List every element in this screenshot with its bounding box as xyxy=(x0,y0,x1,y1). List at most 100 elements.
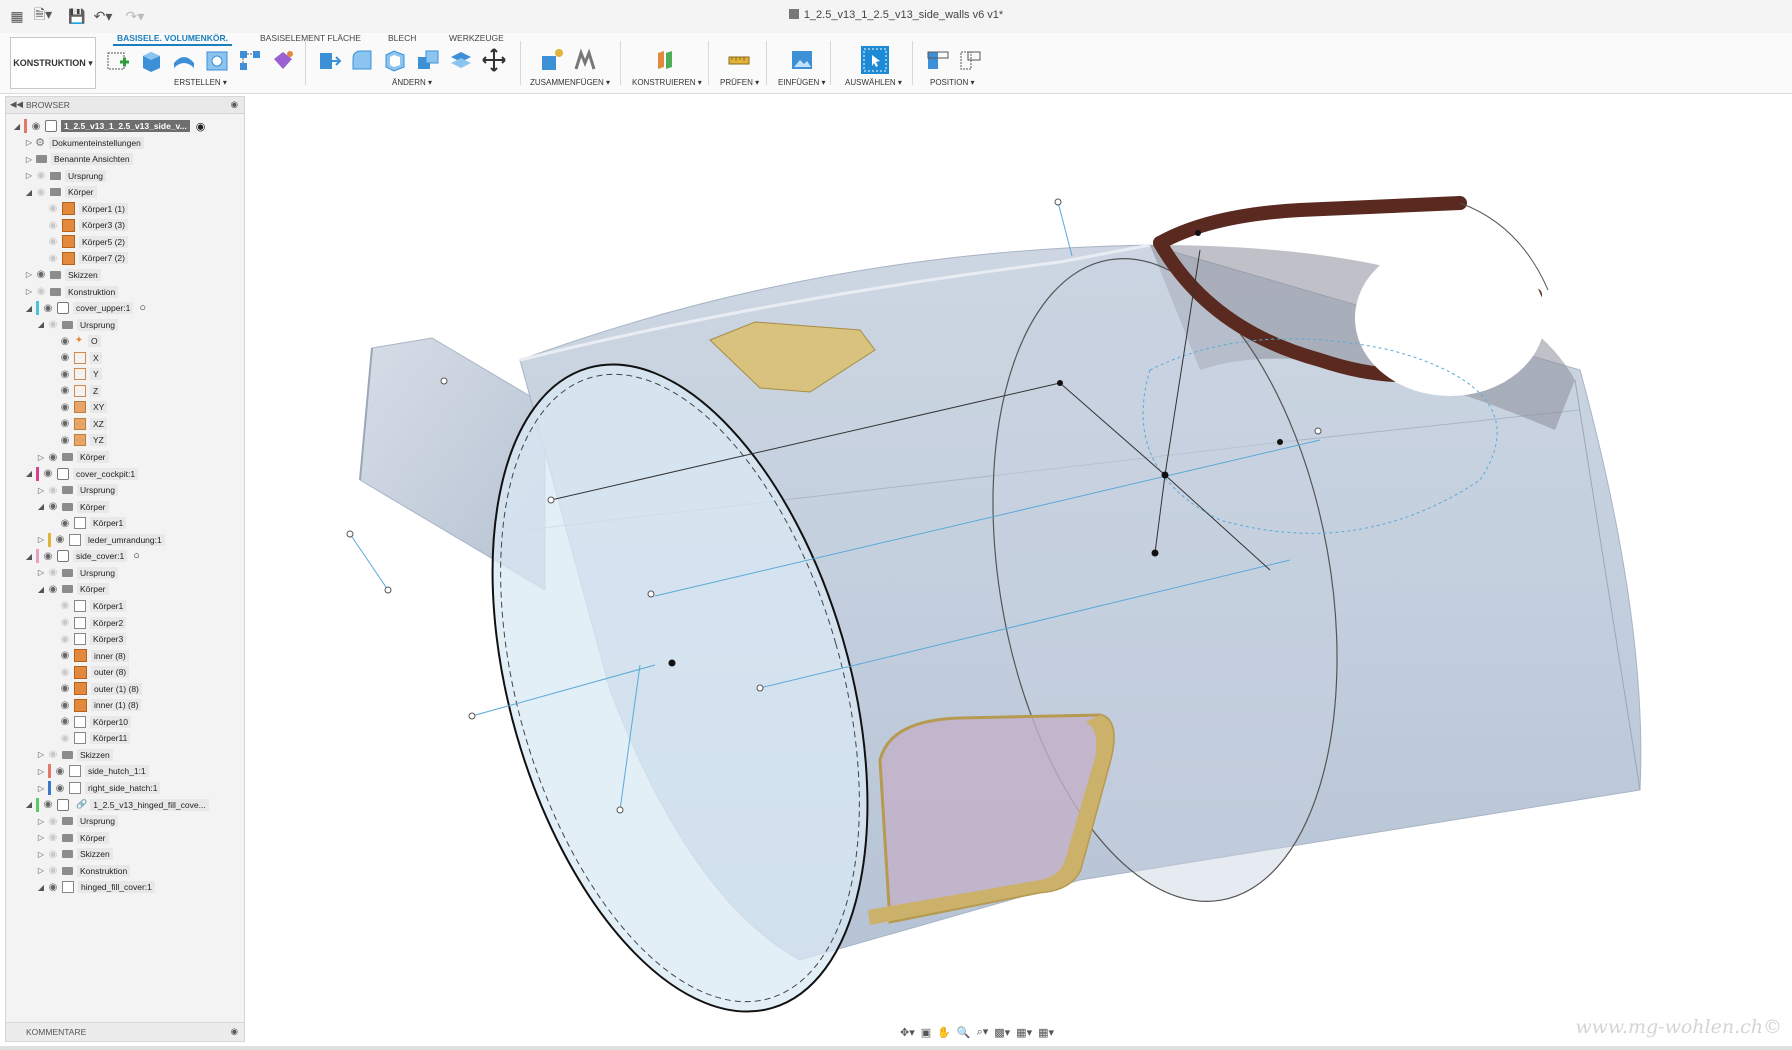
visibility-eye-icon[interactable]: ◉ xyxy=(46,452,60,463)
visibility-eye-icon[interactable]: ◉ xyxy=(29,121,43,132)
browser-tree-item[interactable]: ◢ ◉ Körper xyxy=(36,580,109,598)
browser-tree-item[interactable]: ◉ Körper5 (2) xyxy=(36,233,128,251)
browser-tree-item[interactable]: ◉ XZ xyxy=(48,415,107,433)
workspace-switcher[interactable]: KONSTRUKTION ▾ xyxy=(10,37,96,89)
collapse-panel-icon[interactable]: ◀◀ xyxy=(10,99,23,110)
browser-tree-item[interactable]: ◢ ◉ Ursprung xyxy=(36,316,118,334)
visibility-eye-icon[interactable]: ◉ xyxy=(46,567,60,578)
visibility-eye-icon[interactable]: ◉ xyxy=(46,816,60,827)
expanded-triangle-icon[interactable]: ◢ xyxy=(12,122,22,131)
visibility-eye-icon[interactable]: ◉ xyxy=(53,766,67,777)
visibility-eye-icon[interactable]: ◉ xyxy=(46,253,60,264)
group-construct[interactable]: KONSTRUIEREN ▾ xyxy=(632,78,702,87)
visibility-eye-icon[interactable]: ◉ xyxy=(34,286,48,297)
viewports-icon[interactable]: ▦▾ xyxy=(1038,1026,1054,1039)
browser-tree-item[interactable]: ▷ ◉ Skizzen xyxy=(24,266,101,284)
collapsed-triangle-icon[interactable]: ▷ xyxy=(24,287,34,296)
collapsed-triangle-icon[interactable]: ▷ xyxy=(24,138,34,147)
browser-tree-item[interactable]: ▷ ◉ Konstruktion xyxy=(36,862,131,880)
browser-tree-item[interactable]: ▷ ◉ Ursprung xyxy=(36,812,118,830)
orbit-icon[interactable]: ✥▾ xyxy=(900,1026,915,1039)
browser-tree-item[interactable]: ◢ ◉ Körper xyxy=(24,183,97,201)
visibility-eye-icon[interactable]: ◉ xyxy=(41,799,55,810)
offset-face-icon[interactable] xyxy=(447,46,475,74)
browser-tree-item[interactable]: ◉ Körper1 xyxy=(48,514,127,532)
activate-component-radio[interactable]: ○ xyxy=(133,550,140,562)
revert-position-icon[interactable] xyxy=(957,46,985,74)
group-insert[interactable]: EINFÜGEN ▾ xyxy=(778,78,826,87)
visibility-eye-icon[interactable]: ◉ xyxy=(46,203,60,214)
expanded-triangle-icon[interactable]: ◢ xyxy=(36,883,46,892)
new-component-icon[interactable] xyxy=(538,46,566,74)
browser-tree-item[interactable]: ▷ ◉ Skizzen xyxy=(36,746,113,764)
browser-tree-item[interactable]: ▷ ◉ Körper xyxy=(36,829,109,847)
browser-tree-item[interactable]: ◢ ◉ 🔗 1_2.5_v13_hinged_fill_cove... xyxy=(24,796,209,814)
visibility-eye-icon[interactable]: ◉ xyxy=(58,518,72,529)
visibility-eye-icon[interactable]: ◉ xyxy=(58,385,72,396)
select-icon[interactable] xyxy=(861,46,889,74)
collapsed-triangle-icon[interactable]: ▷ xyxy=(36,833,46,842)
tab-surface[interactable]: BASISELEMENT FLÄCHE xyxy=(260,33,361,43)
collapsed-triangle-icon[interactable]: ▷ xyxy=(36,486,46,495)
browser-tree-item[interactable]: ◉ inner (8) xyxy=(48,647,129,665)
visibility-eye-icon[interactable]: ◉ xyxy=(41,551,55,562)
collapsed-triangle-icon[interactable]: ▷ xyxy=(24,171,34,180)
visibility-eye-icon[interactable]: ◉ xyxy=(58,600,72,611)
browser-tree-item[interactable]: ◉ Körper11 xyxy=(48,729,131,747)
browser-tree-item[interactable]: ◢ ◉ side_cover:1 ○ xyxy=(24,547,140,565)
collapsed-triangle-icon[interactable]: ▷ xyxy=(36,453,46,462)
browser-tree-item[interactable]: ◉ Z xyxy=(48,382,102,400)
browser-tree-item[interactable]: ◉ X xyxy=(48,349,102,367)
group-modify[interactable]: ÄNDERN ▾ xyxy=(392,78,432,87)
visibility-eye-icon[interactable]: ◉ xyxy=(41,468,55,479)
browser-tree-item[interactable]: ◉ outer (1) (8) xyxy=(48,680,142,698)
expanded-triangle-icon[interactable]: ◢ xyxy=(24,800,34,809)
visibility-eye-icon[interactable]: ◉ xyxy=(46,485,60,496)
expanded-triangle-icon[interactable]: ◢ xyxy=(36,585,46,594)
browser-tree-item[interactable]: ◉ ✦ O xyxy=(48,332,101,350)
collapsed-triangle-icon[interactable]: ▷ xyxy=(36,750,46,759)
visibility-eye-icon[interactable]: ◉ xyxy=(58,650,72,661)
visibility-eye-icon[interactable]: ◉ xyxy=(46,832,60,843)
capture-position-icon[interactable] xyxy=(924,46,952,74)
look-at-icon[interactable]: ▣ xyxy=(921,1026,931,1039)
browser-tree-item[interactable]: ▷ ◉ right_side_hatch:1 xyxy=(36,779,161,797)
visibility-eye-icon[interactable]: ◉ xyxy=(58,402,72,413)
expanded-triangle-icon[interactable]: ◢ xyxy=(24,552,34,561)
collapsed-triangle-icon[interactable]: ▷ xyxy=(36,767,46,776)
extrude-icon[interactable] xyxy=(137,46,165,74)
visibility-eye-icon[interactable]: ◉ xyxy=(34,170,48,181)
collapsed-triangle-icon[interactable]: ▷ xyxy=(24,155,34,164)
group-inspect[interactable]: PRÜFEN ▾ xyxy=(720,78,759,87)
group-create[interactable]: ERSTELLEN ▾ xyxy=(174,78,227,87)
fillet-icon[interactable] xyxy=(348,46,376,74)
browser-tree-item[interactable]: ▷ ◉ Skizzen xyxy=(36,845,113,863)
visibility-eye-icon[interactable]: ◉ xyxy=(58,418,72,429)
browser-tree-item[interactable]: ◉ Körper3 (3) xyxy=(36,216,128,234)
collapsed-triangle-icon[interactable]: ▷ xyxy=(36,535,46,544)
revolve-icon[interactable] xyxy=(170,46,198,74)
browser-tree-item[interactable]: ▷ Benannte Ansichten xyxy=(24,150,133,168)
browser-tree-item[interactable]: ◉ inner (1) (8) xyxy=(48,696,142,714)
visibility-eye-icon[interactable]: ◉ xyxy=(58,435,72,446)
collapsed-triangle-icon[interactable]: ▷ xyxy=(36,568,46,577)
browser-tree-item[interactable]: ▷ ◉ Ursprung xyxy=(36,481,118,499)
model-side-hatch[interactable] xyxy=(868,713,1115,925)
visibility-eye-icon[interactable]: ◉ xyxy=(53,783,67,794)
visibility-eye-icon[interactable]: ◉ xyxy=(58,683,72,694)
visibility-eye-icon[interactable]: ◉ xyxy=(58,667,72,678)
visibility-eye-icon[interactable]: ◉ xyxy=(46,584,60,595)
add-comment-icon[interactable]: ◉ xyxy=(231,1026,238,1037)
visibility-eye-icon[interactable]: ◉ xyxy=(46,319,60,330)
browser-tree-item[interactable]: ◉ Y xyxy=(48,365,102,383)
browser-tree-item[interactable]: ◉ outer (8) xyxy=(48,663,130,681)
browser-tree-item[interactable]: ▷ ◉ Ursprung xyxy=(36,564,118,582)
browser-tree-item[interactable]: ▷ ⚙ Dokumenteinstellungen xyxy=(24,134,144,152)
tab-sheet-metal[interactable]: BLECH xyxy=(388,33,416,43)
visibility-eye-icon[interactable]: ◉ xyxy=(46,882,60,893)
expanded-triangle-icon[interactable]: ◢ xyxy=(24,188,34,197)
browser-tree-item[interactable]: ▷ ◉ Körper xyxy=(36,448,109,466)
visibility-eye-icon[interactable]: ◉ xyxy=(46,865,60,876)
browser-tree-item[interactable]: ◢ ◉ Körper xyxy=(36,498,109,516)
combine-icon[interactable] xyxy=(414,46,442,74)
